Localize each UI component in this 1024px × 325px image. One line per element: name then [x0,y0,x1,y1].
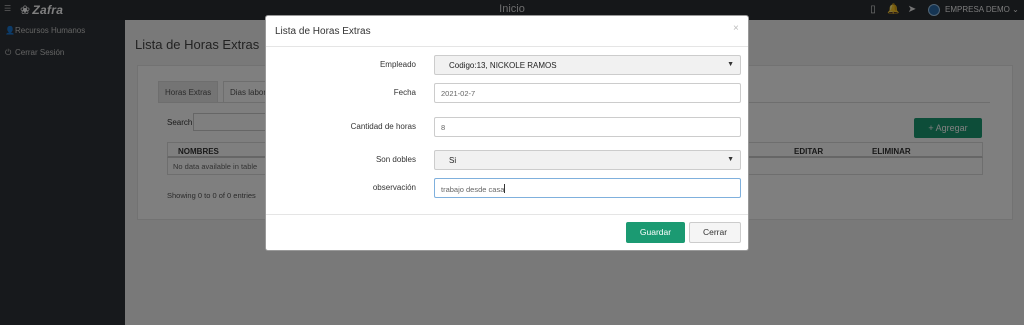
fecha-label: Fecha [393,88,416,97]
observacion-value: trabajo desde casa [441,185,505,194]
text-cursor [504,184,506,193]
chevron-down-icon: ▼ [727,61,734,68]
save-button[interactable]: Guardar [626,222,685,243]
modal-title: Lista de Horas Extras [275,26,371,37]
modal-footer-divider [266,214,748,215]
close-icon[interactable]: × [733,23,739,34]
dobles-value: Si [449,156,457,165]
modal-header-divider [266,46,748,47]
cantidad-label: Cantidad de horas [350,122,416,131]
empleado-select[interactable]: Codigo:13, NICKOLE RAMOS ▼ [434,55,741,75]
dobles-select[interactable]: Si ▼ [434,150,741,170]
fecha-input[interactable]: 2021-02-7 [434,83,741,103]
close-button[interactable]: Cerrar [689,222,741,243]
empleado-label: Empleado [379,60,416,69]
chevron-down-icon: ▼ [727,156,734,163]
observacion-label: observación [372,183,416,192]
empleado-value: Codigo:13, NICKOLE RAMOS [449,61,557,70]
dobles-label: Son dobles [375,155,416,164]
observacion-input[interactable]: trabajo desde casa [434,178,741,198]
overtime-modal: Lista de Horas Extras × Empleado Codigo:… [265,15,749,251]
cantidad-input[interactable]: 8 [434,117,741,137]
